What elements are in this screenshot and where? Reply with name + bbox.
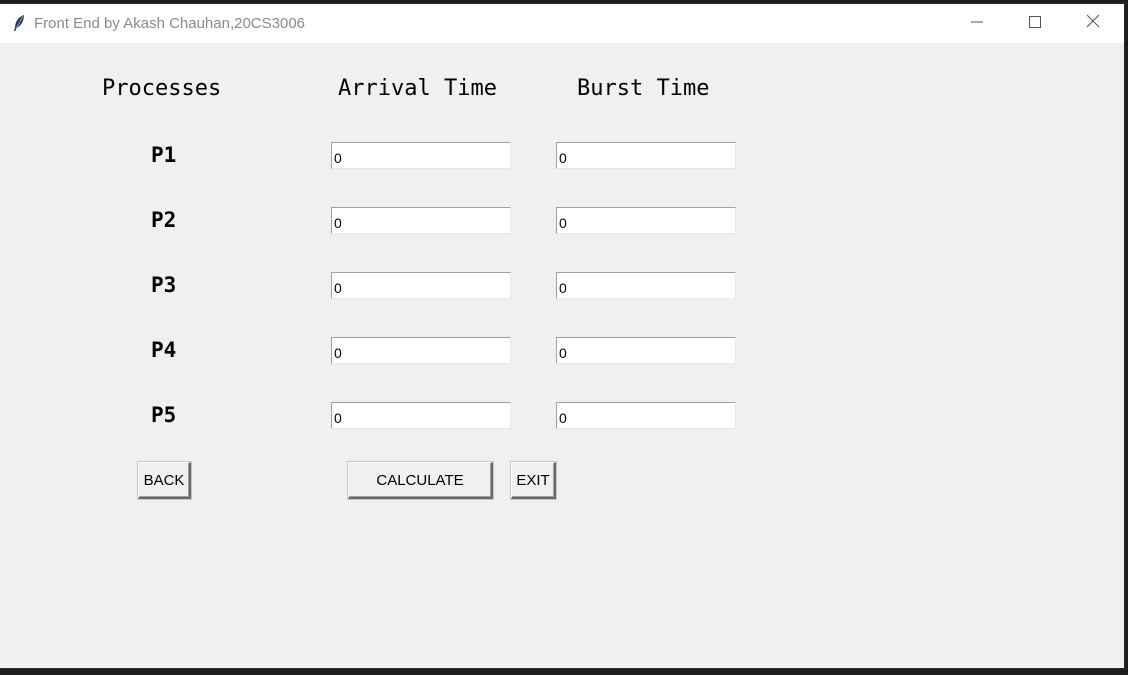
- app-window: Front End by Akash Chauhan,20CS3006 Proc…: [0, 4, 1124, 668]
- burst-time-input-p2[interactable]: [556, 207, 736, 234]
- process-label-p5: P5: [151, 403, 177, 427]
- close-icon: [1086, 14, 1100, 33]
- maximize-icon: [1029, 15, 1041, 33]
- header-arrival-time: Arrival Time: [338, 76, 497, 101]
- burst-time-input-p5[interactable]: [556, 402, 736, 429]
- arrival-time-input-p4[interactable]: [331, 337, 511, 364]
- title-bar[interactable]: Front End by Akash Chauhan,20CS3006: [0, 4, 1124, 43]
- header-processes: Processes: [102, 76, 222, 101]
- minimize-icon: [971, 15, 983, 33]
- header-burst-time: Burst Time: [577, 76, 710, 101]
- arrival-time-input-p2[interactable]: [331, 207, 511, 234]
- feather-icon: [12, 14, 26, 32]
- process-label-p3: P3: [151, 273, 177, 297]
- maximize-button[interactable]: [1006, 4, 1064, 43]
- arrival-time-input-p3[interactable]: [331, 272, 511, 299]
- burst-time-input-p4[interactable]: [556, 337, 736, 364]
- back-button[interactable]: BACK: [138, 462, 191, 499]
- process-label-p1: P1: [151, 143, 177, 167]
- process-label-p4: P4: [151, 338, 177, 362]
- burst-time-input-p1[interactable]: [556, 142, 736, 169]
- calculate-button[interactable]: CALCULATE: [348, 462, 493, 499]
- arrival-time-input-p1[interactable]: [331, 142, 511, 169]
- minimize-button[interactable]: [948, 4, 1006, 43]
- arrival-time-input-p5[interactable]: [331, 402, 511, 429]
- process-label-p2: P2: [151, 208, 177, 232]
- close-button[interactable]: [1064, 4, 1122, 43]
- window-title: Front End by Akash Chauhan,20CS3006: [34, 15, 306, 32]
- exit-button[interactable]: EXIT: [511, 462, 556, 499]
- burst-time-input-p3[interactable]: [556, 272, 736, 299]
